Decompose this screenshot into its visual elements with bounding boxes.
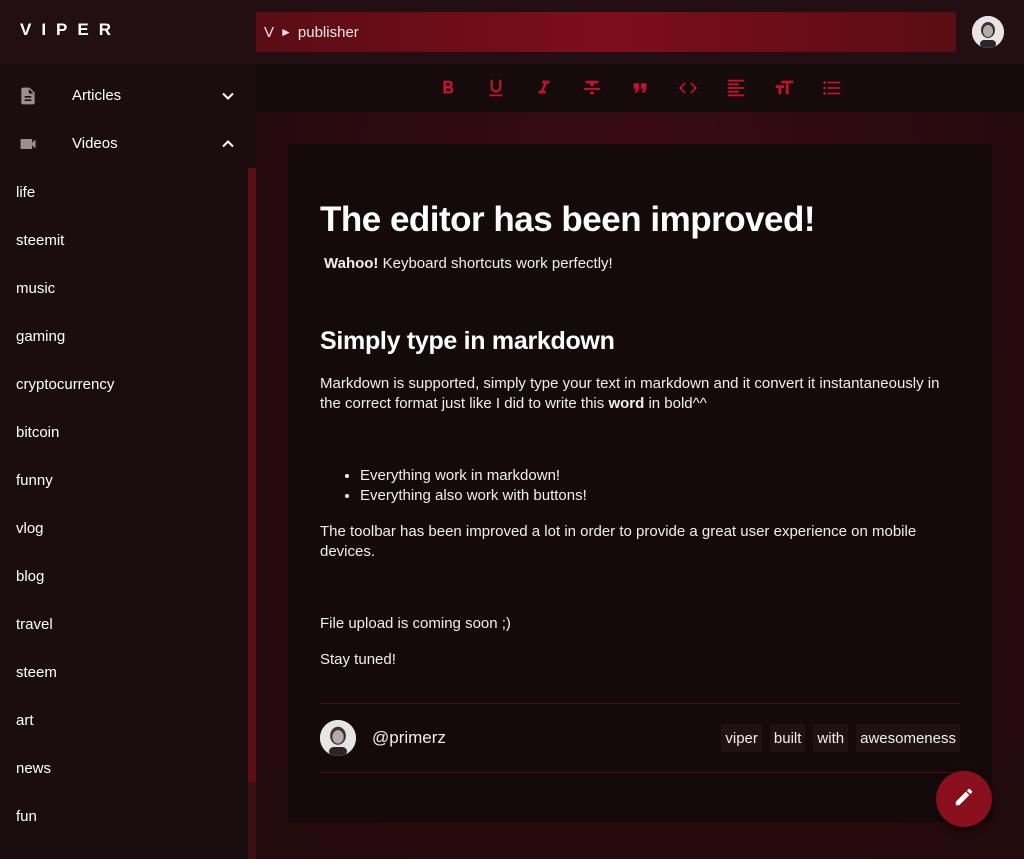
app-logo[interactable]: VIPER <box>20 20 121 40</box>
breadcrumb-root[interactable]: V <box>264 24 274 41</box>
sidebar-section-label: Articles <box>72 87 122 104</box>
bold-icon[interactable] <box>436 76 460 100</box>
article-card: The editor has been improved! Wahoo! Key… <box>288 144 992 822</box>
pencil-icon <box>953 786 975 812</box>
para-text: in bold^^ <box>644 395 707 412</box>
divider <box>320 703 960 704</box>
main-area: The editor has been improved! Wahoo! Key… <box>256 112 1024 859</box>
sidebar-item-blog[interactable]: blog <box>0 552 248 600</box>
chevron-up-icon[interactable] <box>218 134 238 154</box>
tag-list: viper built with awesomeness <box>721 724 960 752</box>
tag-chip[interactable]: built <box>769 724 806 752</box>
author-handle[interactable]: @primerz <box>372 728 446 748</box>
top-bar: VIPER V ► publisher <box>0 0 1024 64</box>
breadcrumb-separator: ► <box>280 25 292 39</box>
sidebar-item-cryptocurrency[interactable]: cryptocurrency <box>0 360 248 408</box>
list-item: Everything work in markdown! <box>360 466 960 486</box>
chevron-down-icon[interactable] <box>218 86 238 106</box>
intro-text: Keyboard shortcuts work perfectly! <box>378 255 613 272</box>
article-title: The editor has been improved! <box>320 200 816 239</box>
sidebar-item-steemit[interactable]: steemit <box>0 216 248 264</box>
para-bold-word: word <box>608 395 645 412</box>
author-avatar[interactable] <box>320 720 356 756</box>
sidebar-item-gaming[interactable]: gaming <box>0 312 248 360</box>
article-paragraph-stay-tuned: Stay tuned! <box>320 651 396 668</box>
text-size-icon[interactable] <box>772 76 796 100</box>
article-intro: Wahoo! Keyboard shortcuts work perfectly… <box>320 254 960 274</box>
align-left-icon[interactable] <box>724 76 748 100</box>
sidebar-item-vlog[interactable]: vlog <box>0 504 248 552</box>
sidebar-tag-list: life steemit music gaming cryptocurrency… <box>0 168 248 859</box>
quote-icon[interactable] <box>628 76 652 100</box>
breadcrumb: V ► publisher <box>256 12 956 52</box>
list-item: Everything also work with buttons! <box>360 486 960 506</box>
article-subheading: Simply type in markdown <box>320 327 615 355</box>
strikethrough-icon[interactable] <box>580 76 604 100</box>
sidebar-section-label: Videos <box>72 135 118 152</box>
sidebar-item-music[interactable]: music <box>0 264 248 312</box>
article-paragraph-upload: File upload is coming soon ;) <box>320 615 511 632</box>
article-paragraph-toolbar: The toolbar has been improved a lot in o… <box>320 523 917 560</box>
sidebar-item-funny[interactable]: funny <box>0 456 248 504</box>
edit-fab-button[interactable] <box>936 771 992 827</box>
sidebar-item-art[interactable]: art <box>0 696 248 744</box>
user-avatar[interactable] <box>972 16 1004 48</box>
underline-icon[interactable] <box>484 76 508 100</box>
sidebar-item-steem[interactable]: steem <box>0 648 248 696</box>
tag-chip[interactable]: with <box>813 724 849 752</box>
bullet-list-icon[interactable] <box>820 76 844 100</box>
italic-icon[interactable] <box>532 76 556 100</box>
videocam-icon <box>18 134 38 154</box>
sidebar-item-bitcoin[interactable]: bitcoin <box>0 408 248 456</box>
divider <box>320 772 960 773</box>
article-editor[interactable]: The editor has been improved! Wahoo! Key… <box>320 200 960 670</box>
tag-chip[interactable]: awesomeness <box>856 724 960 752</box>
document-icon <box>18 86 38 106</box>
article-bullet-list: Everything work in markdown! Everything … <box>360 466 960 506</box>
tag-chip[interactable]: viper <box>721 724 762 752</box>
article-paragraph-markdown: Markdown is supported, simply type your … <box>320 374 960 414</box>
editor-toolbar <box>256 64 1024 112</box>
sidebar-scrollbar-thumb[interactable] <box>248 168 256 782</box>
sidebar-item-life[interactable]: life <box>0 168 248 216</box>
code-icon[interactable] <box>676 76 700 100</box>
sidebar-scrollbar[interactable] <box>248 168 256 859</box>
intro-bold: Wahoo! <box>324 255 379 272</box>
sidebar: Articles Videos life steemit music gamin… <box>0 64 256 859</box>
sidebar-item-news[interactable]: news <box>0 744 248 792</box>
breadcrumb-current[interactable]: publisher <box>298 24 359 41</box>
sidebar-section-articles[interactable]: Articles <box>0 72 256 120</box>
sidebar-item-fun[interactable]: fun <box>0 792 248 840</box>
sidebar-section-videos[interactable]: Videos <box>0 120 256 168</box>
sidebar-item-travel[interactable]: travel <box>0 600 248 648</box>
